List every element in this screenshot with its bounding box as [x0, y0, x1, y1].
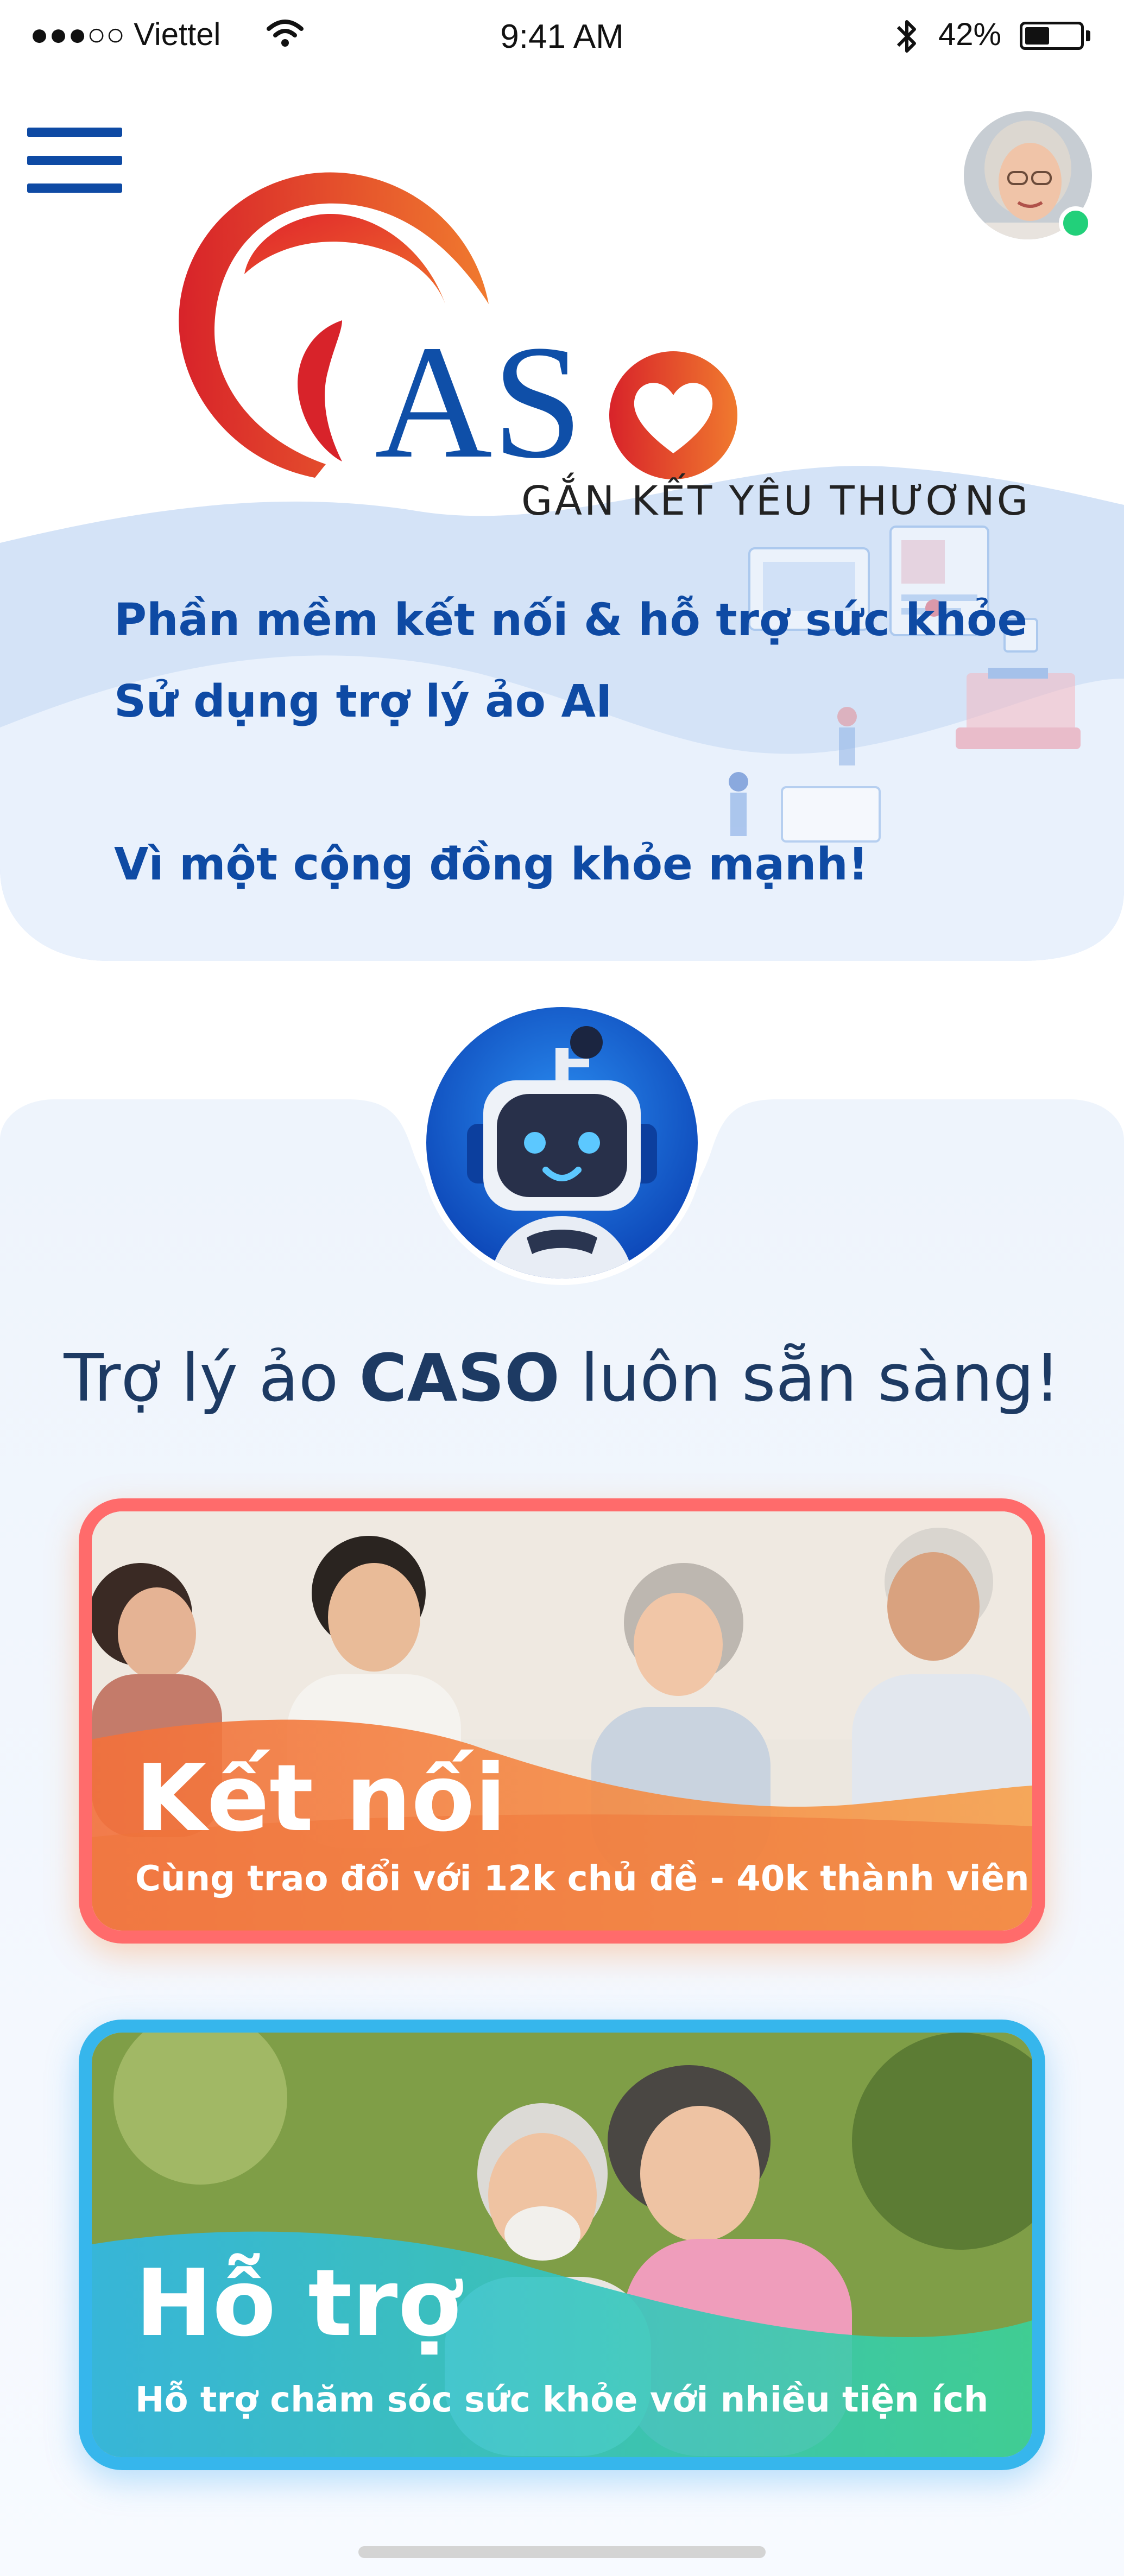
battery-icon — [1020, 22, 1084, 50]
support-card-subtitle: Hỗ trợ chăm sóc sức khỏe với nhiều tiện … — [135, 2380, 989, 2420]
battery-percent: 42% — [938, 17, 1002, 52]
heart-icon — [609, 351, 737, 479]
hero-line-3: Vì một cộng đồng khỏe mạnh! — [114, 839, 869, 890]
support-card-title: Hỗ trợ — [135, 2250, 462, 2357]
support-card[interactable]: Hỗ trợ Hỗ trợ chăm sóc sức khỏe với nhiề… — [79, 2020, 1045, 2470]
assistant-title-brand: CASO — [359, 1341, 560, 1416]
connect-card-subtitle: Cùng trao đổi với 12k chủ đề - 40k thành… — [135, 1859, 1030, 1899]
connect-card[interactable]: Kết nối Cùng trao đổi với 12k chủ đề - 4… — [79, 1498, 1045, 1944]
robot-icon — [420, 1001, 704, 1285]
assistant-title-suffix: luôn sẵn sàng! — [559, 1341, 1060, 1416]
ai-assistant-button[interactable] — [418, 999, 706, 1287]
logo-brand-text: AS — [375, 312, 583, 492]
hero-line-2: Sử dụng trợ lý ảo AI — [114, 676, 612, 727]
status-bar: ●●●○○ Viettel 9:41 AM 42% — [0, 0, 1124, 81]
home-indicator[interactable] — [358, 2546, 766, 2558]
connect-card-title: Kết nối — [135, 1745, 507, 1852]
assistant-title-prefix: Trợ lý ảo — [64, 1341, 359, 1416]
online-status-dot — [1059, 206, 1093, 240]
logo-tagline: GẮN KẾT YÊU THƯƠNG — [521, 478, 1031, 524]
avatar-button[interactable] — [964, 111, 1100, 247]
bluetooth-icon — [896, 20, 916, 53]
menu-button[interactable] — [27, 128, 122, 193]
hero-line-1: Phần mềm kết nối & hỗ trợ sức khỏe — [114, 594, 1028, 646]
assistant-title: Trợ lý ảo CASO luôn sẵn sàng! — [0, 1341, 1124, 1416]
